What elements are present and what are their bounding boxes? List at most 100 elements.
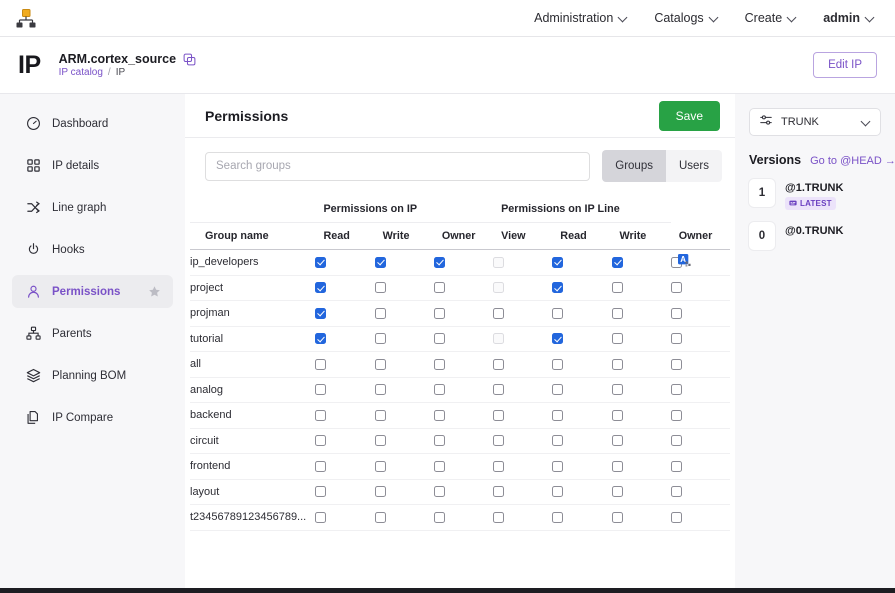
checkbox-cell-ip-read [315,326,374,352]
copy-icon[interactable] [183,53,196,66]
permission-checkbox-ipline-read[interactable] [552,257,563,268]
nav-item-user-menu[interactable]: admin [823,11,875,25]
save-button[interactable]: Save [659,101,720,131]
permission-checkbox-ipline-write[interactable] [612,282,623,293]
segment-groups[interactable]: Groups [602,150,666,182]
permission-checkbox-ipline-write[interactable] [612,359,623,370]
permission-checkbox-ip-owner[interactable] [434,359,445,370]
sidebar-item-ip-compare[interactable]: IP Compare [12,401,173,434]
permission-checkbox-ip-write[interactable] [375,435,386,446]
permission-checkbox-ipline-read[interactable] [552,410,563,421]
permission-checkbox-ipline-view[interactable] [493,461,504,472]
permission-checkbox-ip-write[interactable] [375,282,386,293]
permission-checkbox-ipline-owner[interactable] [671,486,682,497]
permission-checkbox-ip-write[interactable] [375,384,386,395]
permission-checkbox-ip-owner[interactable] [434,282,445,293]
permission-checkbox-ipline-read[interactable] [552,384,563,395]
permission-checkbox-ipline-view[interactable] [493,486,504,497]
permission-checkbox-ipline-write[interactable] [612,435,623,446]
permission-checkbox-ip-write[interactable] [375,410,386,421]
permission-checkbox-ipline-write[interactable] [612,410,623,421]
permission-checkbox-ip-read[interactable] [315,257,326,268]
nav-item-administration[interactable]: Administration [534,11,628,25]
permission-checkbox-ipline-owner[interactable] [671,461,682,472]
permission-checkbox-ipline-write[interactable] [612,384,623,395]
permission-checkbox-ip-write[interactable] [375,486,386,497]
permission-checkbox-ip-read[interactable] [315,384,326,395]
permission-checkbox-ip-owner[interactable] [434,384,445,395]
permission-checkbox-ipline-owner[interactable] [671,359,682,370]
permission-checkbox-ip-write[interactable] [375,512,386,523]
nav-item-catalogs[interactable]: Catalogs [654,11,718,25]
sidebar-item-ip-details[interactable]: IP details [12,149,173,182]
permission-checkbox-ip-read[interactable] [315,410,326,421]
permission-checkbox-ipline-write[interactable] [612,512,623,523]
permission-checkbox-ip-read[interactable] [315,359,326,370]
permission-checkbox-ip-read[interactable] [315,282,326,293]
permission-checkbox-ipline-view[interactable] [493,512,504,523]
permission-checkbox-ipline-read[interactable] [552,486,563,497]
permission-checkbox-ipline-owner[interactable] [671,333,682,344]
permission-checkbox-ip-owner[interactable] [434,486,445,497]
permission-checkbox-ip-owner[interactable] [434,257,445,268]
permission-checkbox-ip-owner[interactable] [434,461,445,472]
permission-checkbox-ip-read[interactable] [315,461,326,472]
permission-checkbox-ip-write[interactable] [375,359,386,370]
permission-checkbox-ipline-read[interactable] [552,359,563,370]
permission-checkbox-ipline-write[interactable] [612,486,623,497]
sidebar-item-dashboard[interactable]: Dashboard [12,107,173,140]
permission-checkbox-ipline-owner[interactable] [671,410,682,421]
trunk-selector[interactable]: TRUNK [749,108,881,136]
permission-checkbox-ipline-view[interactable] [493,435,504,446]
permission-checkbox-ipline-owner[interactable] [671,384,682,395]
permission-checkbox-ipline-write[interactable] [612,333,623,344]
permission-checkbox-ipline-owner[interactable] [671,435,682,446]
permission-checkbox-ip-read[interactable] [315,435,326,446]
permission-checkbox-ipline-write[interactable] [612,257,623,268]
hierarchy-node-icon[interactable] [13,5,39,31]
version-item[interactable]: 0 @0.TRUNK [749,222,881,250]
sidebar-item-permissions[interactable]: Permissions [12,275,173,308]
permission-checkbox-ipline-owner[interactable] [671,512,682,523]
permission-checkbox-ip-read[interactable] [315,333,326,344]
segment-users[interactable]: Users [666,150,722,182]
permission-checkbox-ip-write[interactable] [375,461,386,472]
permission-checkbox-ipline-write[interactable] [612,308,623,319]
permission-checkbox-ip-owner[interactable] [434,435,445,446]
sidebar-item-line-graph[interactable]: Line graph [12,191,173,224]
edit-ip-button[interactable]: Edit IP [813,52,877,78]
permission-checkbox-ip-owner[interactable] [434,512,445,523]
permission-checkbox-ip-owner[interactable] [434,410,445,421]
goto-head-link[interactable]: Go to @HEAD → [810,155,895,167]
sidebar-item-planning-bom[interactable]: Planning BOM [12,359,173,392]
star-icon[interactable] [148,285,161,298]
permission-checkbox-ipline-read[interactable] [552,282,563,293]
permission-checkbox-ip-write[interactable] [375,308,386,319]
sidebar-item-parents[interactable]: Parents [12,317,173,350]
breadcrumb-link-ip-catalog[interactable]: IP catalog [59,67,103,78]
sidebar-item-hooks[interactable]: Hooks [12,233,173,266]
permission-checkbox-ip-read[interactable] [315,486,326,497]
permission-checkbox-ip-read[interactable] [315,308,326,319]
permission-checkbox-ipline-read[interactable] [552,308,563,319]
permission-checkbox-ipline-owner[interactable] [671,282,682,293]
nav-item-create[interactable]: Create [745,11,798,25]
permission-checkbox-ipline-owner[interactable] [671,308,682,319]
permission-checkbox-ipline-view[interactable] [493,359,504,370]
permission-checkbox-ipline-view[interactable] [493,410,504,421]
version-item[interactable]: 1 @1.TRUNK LATEST [749,179,881,210]
permission-checkbox-ipline-owner[interactable] [671,257,682,268]
permission-checkbox-ipline-write[interactable] [612,461,623,472]
permission-checkbox-ipline-read[interactable] [552,461,563,472]
permission-checkbox-ipline-read[interactable] [552,512,563,523]
permission-checkbox-ip-write[interactable] [375,333,386,344]
search-groups-input[interactable] [205,152,590,181]
permission-checkbox-ip-owner[interactable] [434,308,445,319]
permission-checkbox-ip-read[interactable] [315,512,326,523]
permission-checkbox-ip-write[interactable] [375,257,386,268]
permission-checkbox-ip-owner[interactable] [434,333,445,344]
permission-checkbox-ipline-view[interactable] [493,308,504,319]
permission-checkbox-ipline-read[interactable] [552,333,563,344]
permission-checkbox-ipline-view[interactable] [493,384,504,395]
permission-checkbox-ipline-read[interactable] [552,435,563,446]
